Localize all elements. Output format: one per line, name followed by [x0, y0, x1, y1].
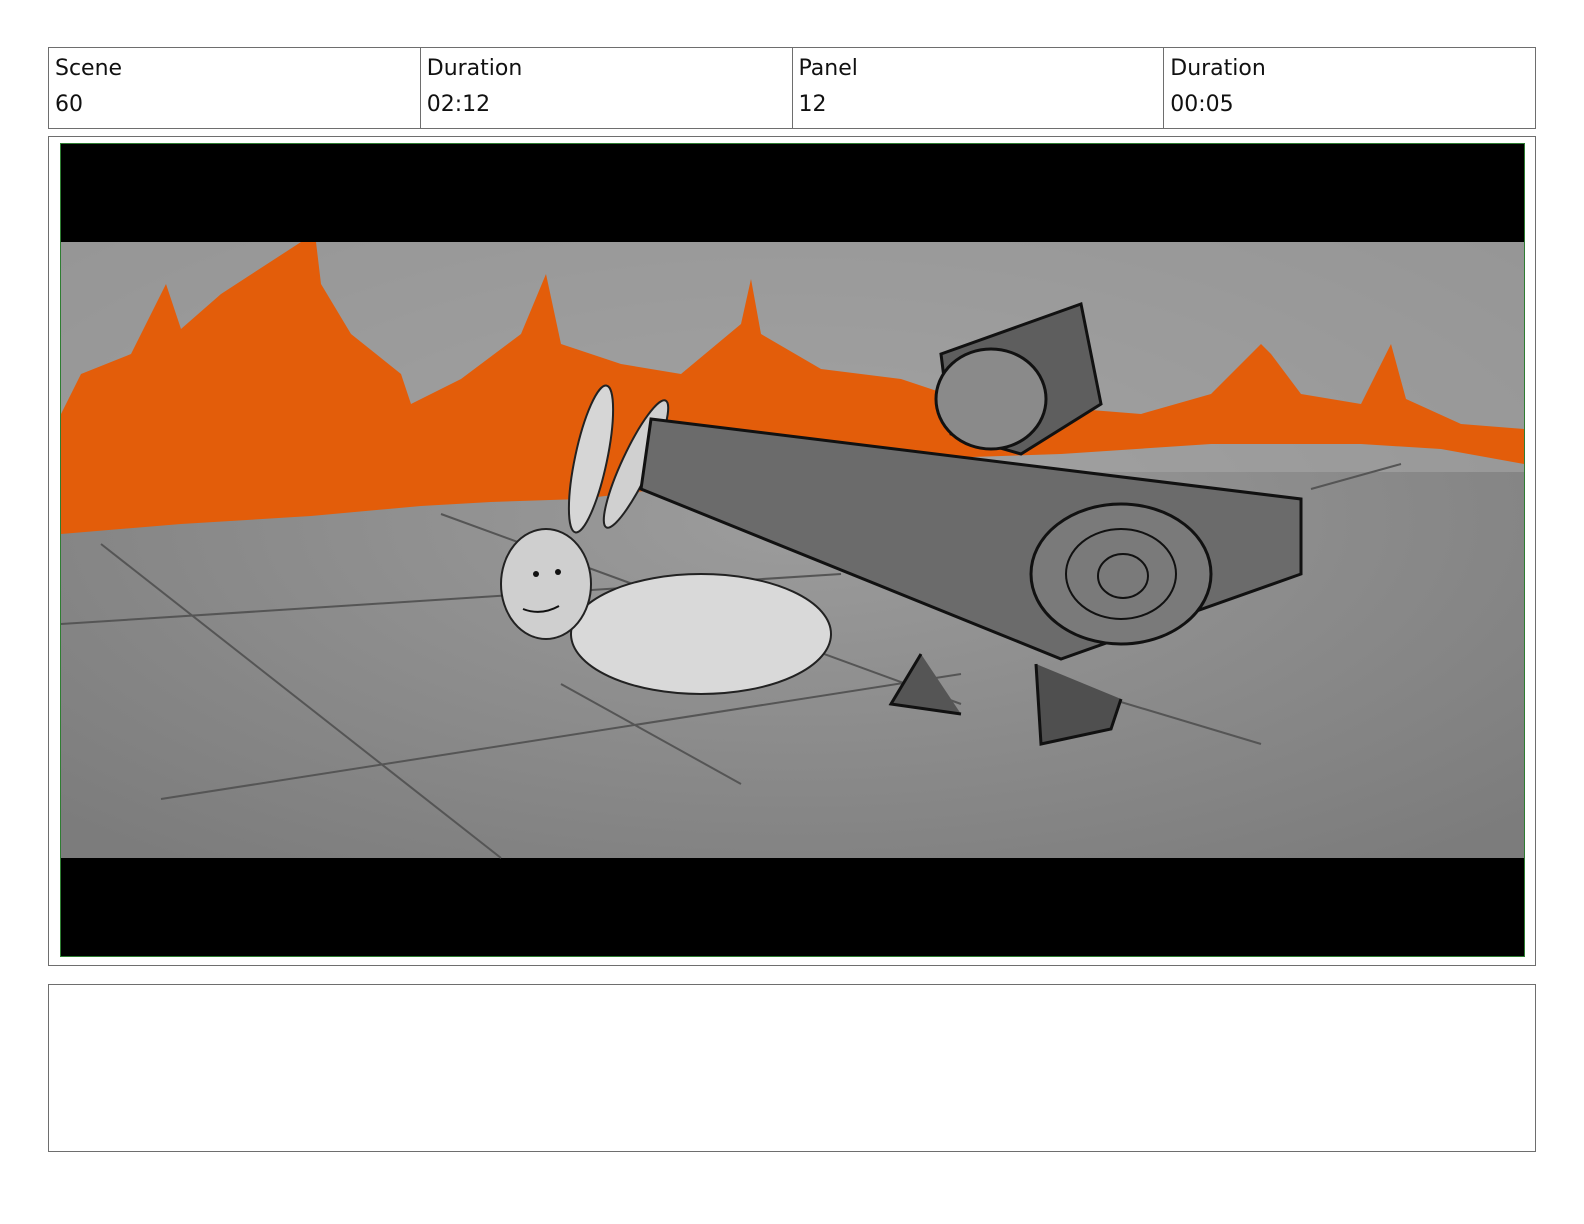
panel-illustration — [61, 144, 1524, 956]
scene-duration-cell: Duration 02:12 — [419, 48, 792, 128]
panel-cell: Panel 12 — [791, 48, 1164, 128]
scene-label: Scene — [55, 56, 123, 81]
panel-duration-label: Duration — [1170, 56, 1266, 81]
storyboard-panel-image — [60, 143, 1525, 957]
letterbox-top — [61, 144, 1524, 242]
letterbox-bottom — [61, 858, 1524, 956]
storyboard-header: Scene 60 Duration 02:12 Panel 12 Duratio… — [48, 47, 1536, 129]
scene-number: 60 — [55, 92, 83, 117]
panel-notes — [48, 984, 1536, 1152]
panel-label: Panel — [798, 56, 858, 81]
panel-duration-value: 00:05 — [1170, 92, 1234, 117]
panel-duration-cell: Duration 00:05 — [1163, 48, 1535, 128]
scene-duration-value: 02:12 — [426, 92, 491, 117]
scene-duration-label: Duration — [426, 56, 523, 81]
scene-cell: Scene 60 — [49, 48, 420, 128]
panel-number: 12 — [798, 92, 827, 117]
